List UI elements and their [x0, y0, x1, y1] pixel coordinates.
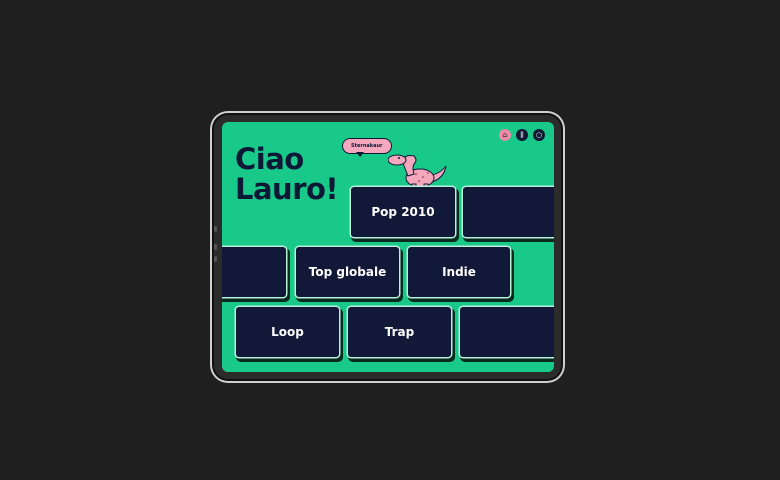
top-nav: ⌂ ⫼ ○ — [499, 129, 545, 141]
playlist-tile-top-globale[interactable]: Top globale — [296, 247, 399, 297]
library-icon[interactable]: ⫼ — [516, 129, 528, 141]
app-screen: ⌂ ⫼ ○ Ciao Lauro! Sternakaur Pop 2010 To… — [222, 122, 554, 372]
playlist-tile-trap[interactable]: Trap — [348, 307, 451, 357]
tablet-button — [214, 244, 217, 250]
tablet-button — [214, 226, 217, 232]
speech-bubble: Sternakaur — [342, 138, 392, 154]
greeting-line2: Lauro! — [235, 172, 339, 206]
home-icon[interactable]: ⌂ — [499, 129, 511, 141]
greeting-title: Ciao Lauro! — [235, 142, 339, 206]
playlist-tile-loop[interactable]: Loop — [236, 307, 339, 357]
playlist-tile-indie[interactable]: Indie — [408, 247, 510, 297]
speech-bubble-tail — [356, 152, 364, 157]
playlist-tile[interactable] — [222, 247, 286, 297]
playlist-tile[interactable] — [460, 307, 554, 357]
tablet-button — [214, 256, 217, 262]
search-icon[interactable]: ○ — [533, 129, 545, 141]
dinosaur-mascot-icon — [388, 154, 447, 190]
playlist-tile[interactable] — [463, 187, 554, 237]
greeting-line1: Ciao — [235, 142, 304, 176]
playlist-tile-pop-2010[interactable]: Pop 2010 — [351, 187, 455, 237]
